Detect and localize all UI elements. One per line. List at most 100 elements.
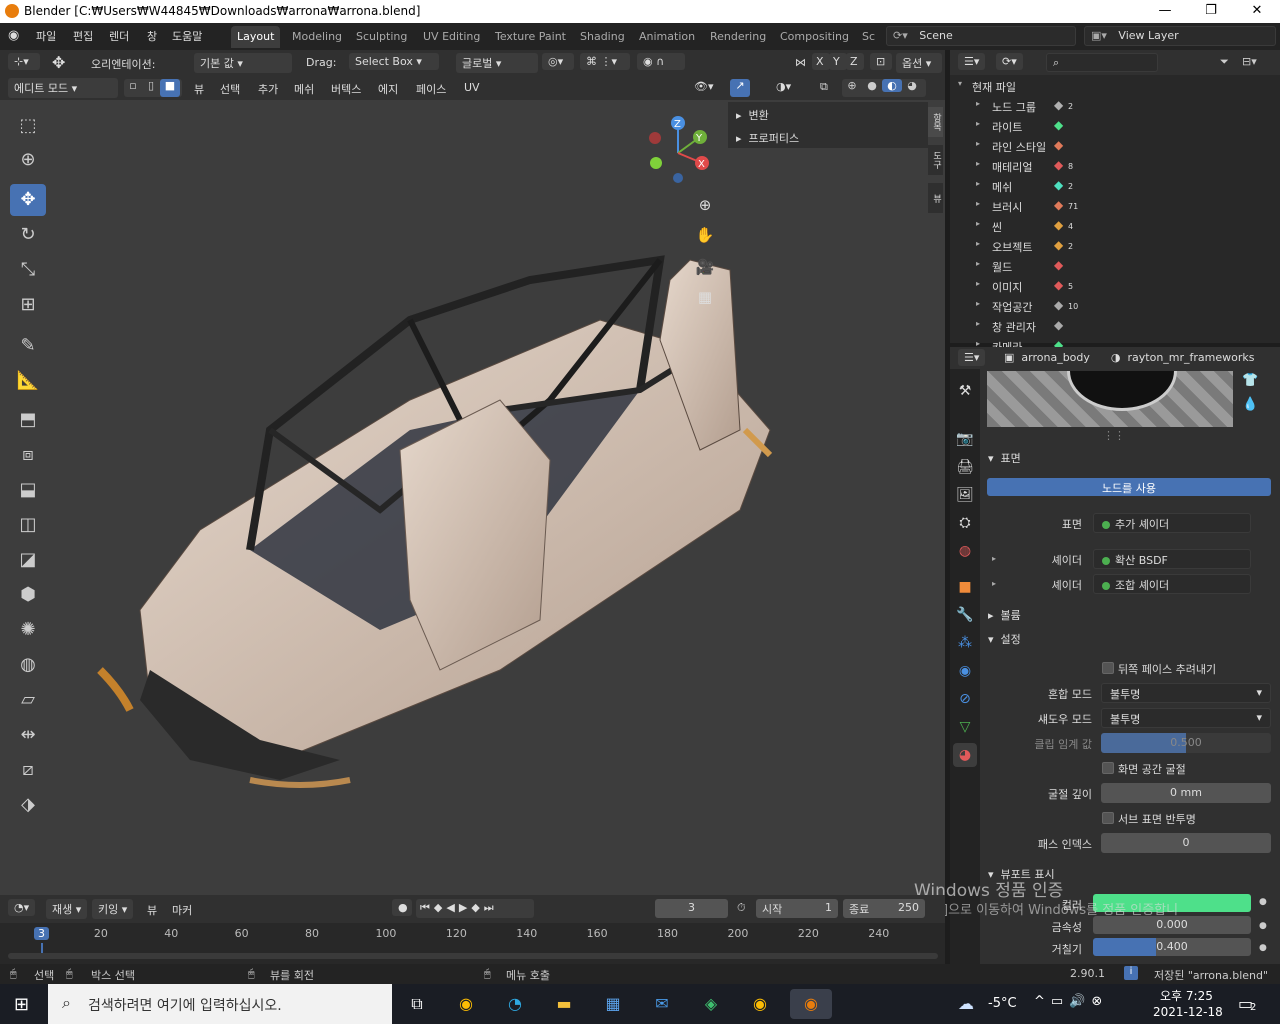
menu-face[interactable]: 페이스 — [416, 81, 446, 97]
properties-editor-type-icon[interactable]: ☰▾ — [958, 349, 986, 366]
tab-modeling[interactable]: Modeling — [286, 26, 348, 48]
shrink-fatten-icon[interactable]: ⇹ — [10, 719, 46, 751]
clock-icon[interactable]: ⏱ — [737, 901, 746, 915]
tab-sculpting[interactable]: Sculpting — [350, 26, 413, 48]
scale-icon[interactable]: ⤡ — [10, 254, 46, 286]
outliner-search-input[interactable]: ⌕ — [1046, 53, 1158, 72]
weather-cloud-icon[interactable]: ☁ — [958, 994, 974, 1013]
tab-compositing[interactable]: Compositing — [774, 26, 855, 48]
zoom-icon[interactable]: ⊕ — [692, 192, 718, 218]
select-box-icon[interactable]: ⬚ — [10, 110, 46, 142]
menu-add[interactable]: 추가 — [258, 81, 278, 97]
tab-uv-editing[interactable]: UV Editing — [417, 26, 486, 48]
outliner-item[interactable]: ▸ 라인 스타일 ◆ — [950, 136, 1280, 156]
tab-shading[interactable]: Shading — [574, 26, 631, 48]
volume-icon[interactable]: 🔊 — [1069, 994, 1091, 1009]
next-keyframe-icon[interactable]: ◆ — [471, 901, 483, 914]
file-explorer-icon[interactable]: ▬ — [549, 989, 579, 1019]
solid-shading-icon[interactable]: ● — [862, 79, 882, 92]
use-nodes-button[interactable]: 노드를 사용 — [987, 478, 1271, 496]
transform-icon[interactable]: ⊞ — [10, 289, 46, 321]
volume-section-header[interactable]: ▸ 볼륨 — [988, 607, 1021, 623]
overlays-icon[interactable]: ◑▾ — [776, 80, 791, 93]
settings-section-header[interactable]: ▾ 설정 — [988, 631, 1021, 647]
playback-menu[interactable]: 재생 ▾ — [46, 899, 88, 919]
shader2-field[interactable]: 조합 셰이더 — [1093, 574, 1251, 594]
tab-texture-paint[interactable]: Texture Paint — [489, 26, 572, 48]
tab-tool[interactable]: 도구 — [928, 145, 943, 175]
vertex-select-icon[interactable]: ▫ — [124, 79, 142, 97]
clock-date[interactable]: 2021-12-18 — [1153, 1005, 1223, 1019]
preview-lighting-icon[interactable]: 💧 — [1242, 397, 1258, 412]
measure-icon[interactable]: 📐 — [10, 365, 46, 397]
clip-threshold-slider[interactable]: 0.500 — [1101, 733, 1271, 753]
blender-menu-icon[interactable]: ◉ — [8, 28, 26, 44]
annotate-icon[interactable]: ✎ — [10, 330, 46, 362]
gizmo-neg-x-icon[interactable] — [649, 132, 661, 144]
cursor-icon[interactable]: ⊕ — [10, 144, 46, 176]
refraction-depth-field[interactable]: 0 mm — [1101, 783, 1271, 803]
move-icon[interactable]: ✥ — [10, 184, 46, 216]
camera-view-icon[interactable]: 🎥 — [692, 254, 718, 280]
xray-icon[interactable]: ⧉ — [820, 80, 828, 94]
expand-arrow-icon[interactable]: ▸ — [976, 279, 980, 288]
view-layer-selector[interactable]: ▣▾ View Layer — [1084, 26, 1276, 46]
system-tray[interactable]: ^▭🔊⊗ — [1034, 994, 1108, 1009]
keyframe-dot-icon[interactable]: ● — [1259, 897, 1267, 907]
visibility-eye-icon[interactable]: 👁▾ — [694, 80, 714, 93]
world-tab-icon[interactable]: ◍ — [953, 539, 977, 563]
mail-icon[interactable]: ✉ — [647, 989, 677, 1019]
app-icon[interactable]: ◈ — [696, 989, 726, 1019]
timeline-scrollbar[interactable] — [8, 953, 938, 959]
expand-arrow-icon[interactable]: ▸ — [976, 99, 980, 108]
timeline-editor-type-icon[interactable]: ◔▾ — [8, 899, 36, 916]
metallic-slider[interactable]: 0.000 — [1093, 916, 1251, 934]
outliner-item[interactable]: ▸ 이미지 ◆ 5 — [950, 276, 1280, 296]
display-mode-icon[interactable]: ⟳▾ — [996, 53, 1023, 70]
prev-keyframe-icon[interactable]: ◆ — [434, 901, 446, 914]
menu-uv[interactable]: UV — [464, 81, 480, 94]
play-reverse-icon[interactable]: ◀ — [446, 901, 458, 914]
record-icon[interactable]: ● — [392, 899, 412, 916]
outliner-item[interactable]: ▸ 오브젝트 ◆ 2 — [950, 236, 1280, 256]
tool-settings-icon[interactable]: ⊹▾ — [8, 53, 40, 70]
shader2-expand-icon[interactable]: ▸ — [992, 579, 996, 588]
navigation-gizmo[interactable]: Z Y X — [638, 115, 718, 190]
edge-icon[interactable]: ◔ — [500, 989, 530, 1019]
gizmo-toggle-icon[interactable]: ↗ — [730, 79, 750, 97]
tab-scripting[interactable]: Sc — [856, 26, 881, 48]
outliner-item[interactable]: ▸ 메쉬 ◆ 2 — [950, 176, 1280, 196]
current-frame-field[interactable]: 3 — [655, 899, 728, 918]
menu-file[interactable]: 파일 — [36, 28, 56, 44]
outliner-editor-type-icon[interactable]: ☰▾ — [958, 53, 986, 70]
properties-panel-header[interactable]: ▸ 프로퍼티스 — [736, 130, 799, 146]
surface-shader-field[interactable]: 추가 셰이더 — [1093, 513, 1251, 533]
expand-arrow-icon[interactable]: ▸ — [976, 219, 980, 228]
close-button[interactable]: ✕ — [1234, 0, 1280, 23]
keyframe-dot-icon[interactable]: ● — [1259, 921, 1267, 931]
menu-help[interactable]: 도움말 — [172, 28, 202, 44]
tool-tab-icon[interactable]: ⚒ — [953, 379, 977, 403]
pivot-point-icon[interactable]: ◎▾ — [542, 53, 574, 70]
face-select-icon[interactable]: ■ — [160, 79, 180, 97]
new-collection-icon[interactable]: ⊟▾ — [1242, 55, 1257, 68]
mirror-x-toggle[interactable]: X — [812, 53, 830, 70]
weather-temp[interactable]: -5°C — [988, 996, 1017, 1011]
material-shading-icon[interactable]: ◐ — [882, 79, 902, 92]
wireframe-shading-icon[interactable]: ⊕ — [842, 79, 862, 92]
outliner-item[interactable]: ▸ 매테리얼 ◆ 8 — [950, 156, 1280, 176]
outliner-item[interactable]: ▸ 라이트 ◆ — [950, 116, 1280, 136]
expand-arrow-icon[interactable]: ▸ — [976, 119, 980, 128]
menu-render[interactable]: 렌더 — [109, 28, 129, 44]
material-tab-icon[interactable]: ◕ — [953, 743, 977, 767]
spin-icon[interactable]: ✺ — [10, 614, 46, 646]
rip-icon[interactable]: ⬗ — [10, 789, 46, 821]
shear-icon[interactable]: ⧄ — [10, 754, 46, 786]
outliner-root[interactable]: ▾ 현재 파일 — [950, 76, 1280, 96]
proportional-editing-icon[interactable]: ◉ ∩ — [637, 53, 685, 70]
expand-arrow-icon[interactable]: ▸ — [976, 259, 980, 268]
marker-menu[interactable]: 마커 — [172, 902, 192, 918]
tab-animation[interactable]: Animation — [633, 26, 701, 48]
outliner-item[interactable]: ▸ 창 관리자 ◆ — [950, 316, 1280, 336]
menu-vertex[interactable]: 버텍스 — [331, 81, 361, 97]
